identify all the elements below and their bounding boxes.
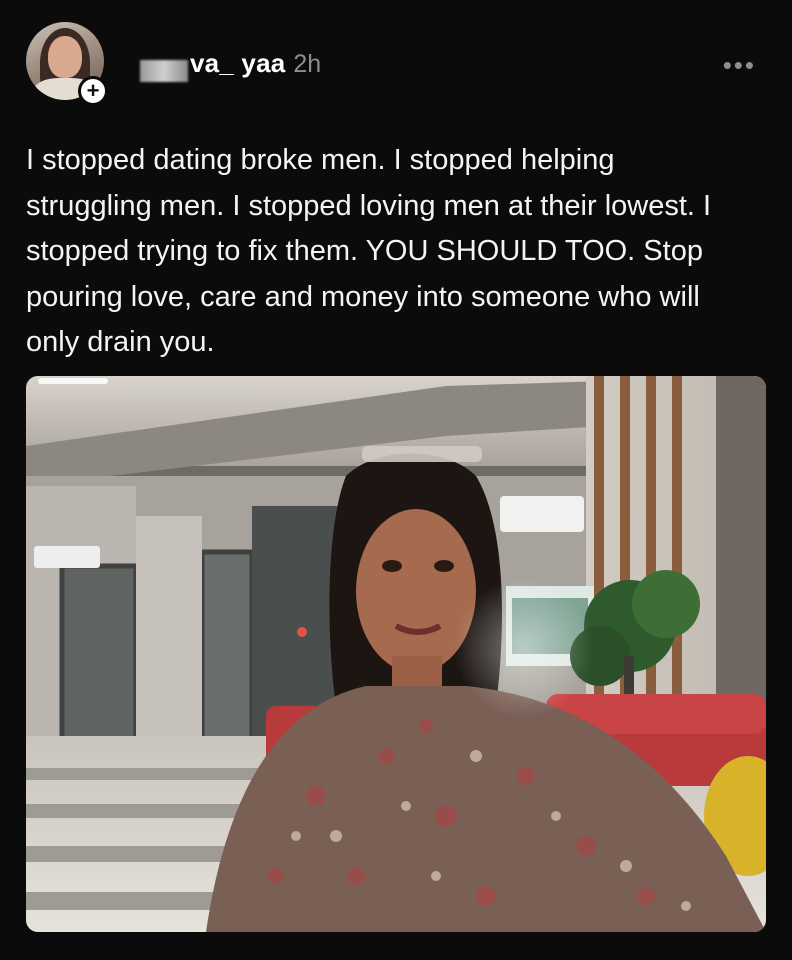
post-header: va_ yaa 2h [140, 48, 322, 82]
thread-post: + va_ yaa 2h ••• I stopped dating broke … [0, 0, 792, 960]
redacted-name-blur [140, 59, 188, 82]
selfie-image [26, 376, 766, 932]
post-photo[interactable] [26, 376, 766, 932]
follow-plus-icon[interactable]: + [78, 76, 108, 106]
post-timestamp: 2h [293, 50, 322, 78]
more-dots-icon[interactable]: ••• [723, 52, 756, 78]
username-link[interactable]: va_ yaa [140, 48, 285, 82]
username[interactable]: va_ yaa [190, 48, 285, 78]
post-caption: I stopped dating broke men. I stopped he… [26, 144, 712, 358]
avatar-container[interactable]: + [26, 22, 108, 106]
